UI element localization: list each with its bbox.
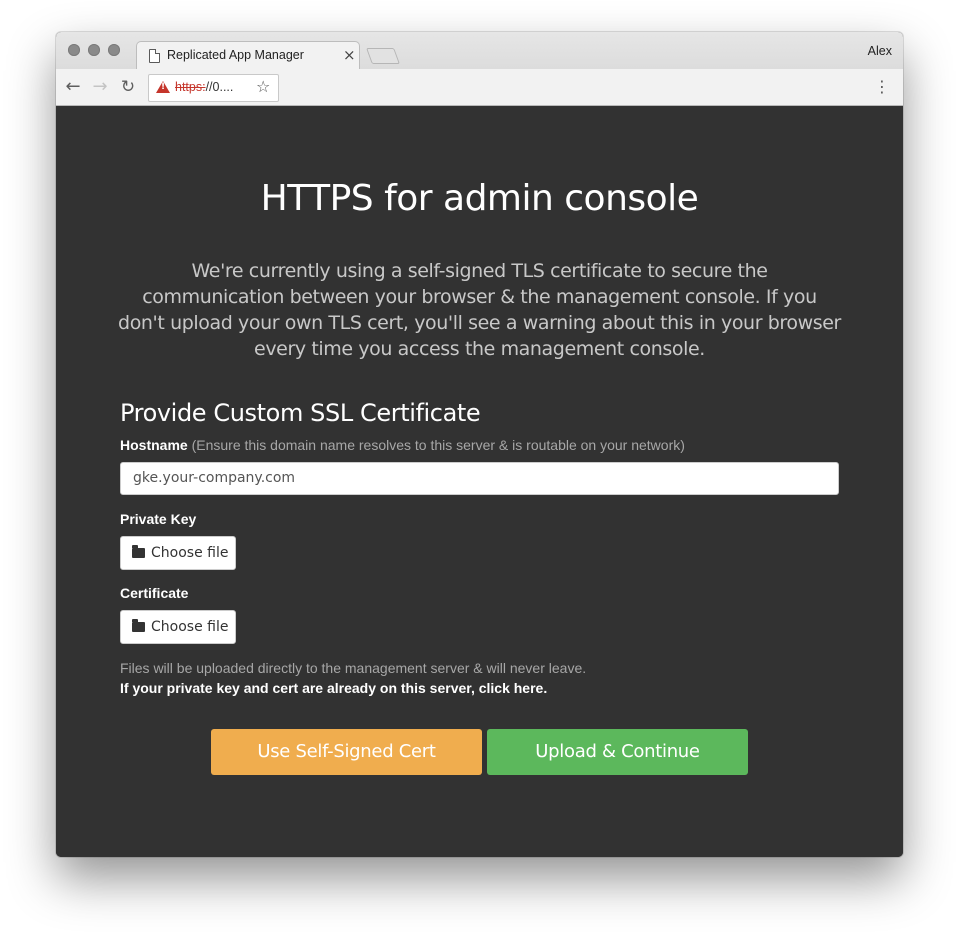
tab-close-icon[interactable]: ×: [343, 46, 356, 64]
browser-window: Replicated App Manager × Alex ← → ↻ http…: [56, 32, 903, 857]
back-arrow-icon[interactable]: ←: [62, 76, 84, 98]
hostname-label: Hostname (Ensure this domain name resolv…: [120, 437, 685, 453]
server-files-link[interactable]: If your private key and cert are already…: [120, 680, 547, 696]
folder-open-icon: [132, 619, 145, 632]
browser-tab[interactable]: Replicated App Manager ×: [136, 41, 360, 71]
section-title: Provide Custom SSL Certificate: [120, 399, 481, 427]
menu-dots-icon[interactable]: ⋮: [874, 77, 890, 97]
bookmark-star-icon[interactable]: ☆: [256, 77, 270, 96]
not-secure-warning-icon[interactable]: [156, 81, 170, 93]
tab-strip: Replicated App Manager × Alex: [56, 32, 903, 71]
folder-open-icon: [132, 545, 145, 558]
certificate-label: Certificate: [120, 585, 189, 601]
document-icon: [149, 49, 160, 63]
upload-note: Files will be uploaded directly to the m…: [120, 660, 587, 676]
upload-continue-button[interactable]: Upload & Continue: [487, 729, 748, 775]
intro-text: We're currently using a self-signed TLS …: [118, 260, 841, 360]
page-content: HTTPS for admin console We're currently …: [56, 106, 903, 857]
page-title: HTTPS for admin console: [260, 178, 699, 219]
forward-arrow-icon[interactable]: →: [89, 76, 111, 98]
url-rest: //0....: [205, 80, 234, 94]
certificate-choose-file-button[interactable]: Choose file: [120, 610, 236, 644]
certificate-button-label: Choose file: [151, 619, 229, 635]
private-key-button-label: Choose file: [151, 545, 229, 561]
new-tab-button[interactable]: [366, 48, 400, 64]
url-scheme: https:: [175, 80, 206, 94]
hostname-label-text: Hostname: [120, 437, 188, 453]
address-bar[interactable]: https://0.... ☆: [148, 74, 279, 102]
tab-title: Replicated App Manager: [167, 48, 304, 62]
maximize-window-button[interactable]: [108, 44, 120, 56]
use-self-signed-cert-button[interactable]: Use Self-Signed Cert: [211, 729, 482, 775]
private-key-label: Private Key: [120, 511, 197, 527]
close-window-button[interactable]: [68, 44, 80, 56]
url-text[interactable]: https://0....: [175, 80, 233, 94]
minimize-window-button[interactable]: [88, 44, 100, 56]
browser-toolbar: ← → ↻ https://0.... ☆ ⋮: [56, 69, 903, 106]
private-key-choose-file-button[interactable]: Choose file: [120, 536, 236, 570]
reload-icon[interactable]: ↻: [117, 76, 139, 98]
hostname-hint: (Ensure this domain name resolves to thi…: [191, 437, 685, 453]
hostname-input[interactable]: gke.your-company.com: [120, 462, 839, 495]
profile-name[interactable]: Alex: [868, 44, 892, 58]
